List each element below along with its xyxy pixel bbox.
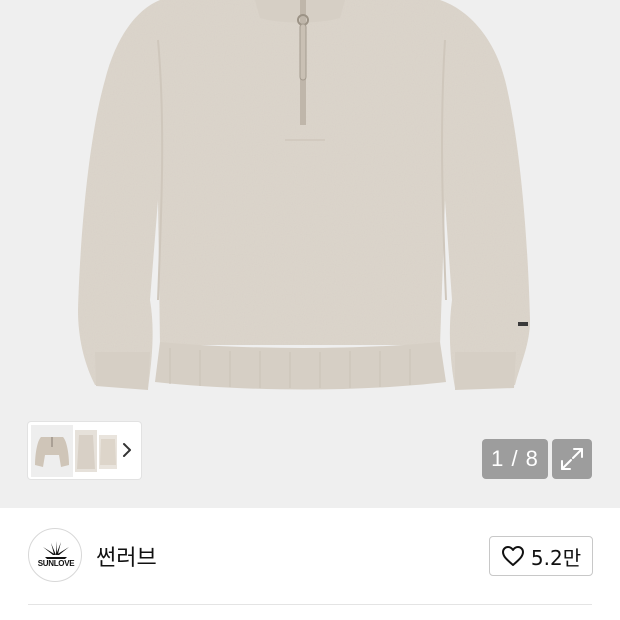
brand-row: SUNLOVE 썬러브 5.2만 (0, 508, 620, 604)
thumbnail-images[interactable] (31, 424, 119, 477)
product-page: 1 / 8 SUNLOVE 썬러브 5.2만 (0, 0, 620, 620)
expand-button[interactable] (552, 439, 592, 479)
like-count: 5.2만 (530, 545, 582, 570)
expand-arrows-icon (561, 448, 583, 470)
product-image-gallery[interactable]: 1 / 8 (0, 0, 620, 508)
heart-outline-icon (501, 546, 524, 566)
brand-logo[interactable]: SUNLOVE (28, 528, 82, 582)
divider (28, 604, 592, 605)
like-button[interactable]: 5.2만 (489, 536, 593, 576)
thumbnail-strip[interactable] (28, 422, 141, 479)
sunburst-icon (43, 541, 69, 559)
brand-logo-text: SUNLOVE (37, 559, 75, 568)
image-counter: 1 / 8 (482, 439, 548, 479)
brand-name[interactable]: 썬러브 (96, 540, 157, 572)
chevron-right-icon[interactable] (121, 441, 133, 459)
